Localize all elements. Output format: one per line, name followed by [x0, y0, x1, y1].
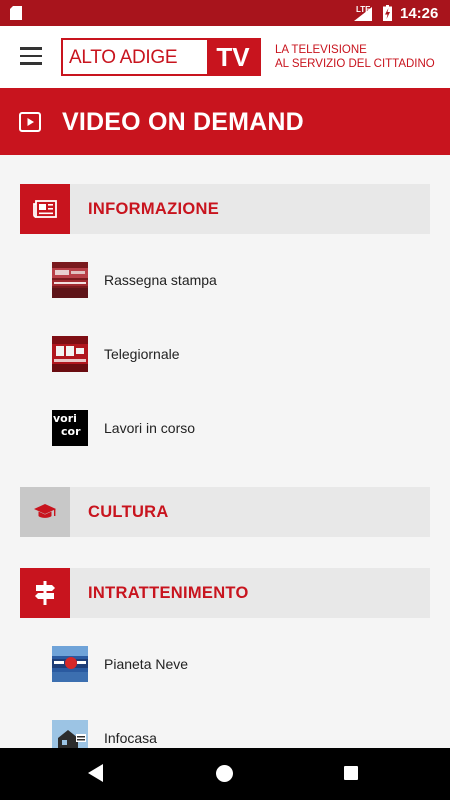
list-item-label: Telegiornale: [104, 346, 180, 362]
back-icon[interactable]: [88, 764, 104, 782]
category-label: CULTURA: [88, 503, 169, 521]
recent-apps-icon[interactable]: [344, 766, 358, 780]
list-item-label: Pianeta Neve: [104, 656, 189, 672]
category-label: INFORMAZIONE: [88, 200, 220, 218]
signal-icon: [354, 7, 372, 21]
menu-icon[interactable]: [20, 47, 42, 65]
page-title: VIDEO ON DEMAND: [62, 108, 304, 136]
home-icon[interactable]: [216, 765, 233, 782]
sd-card-icon: [10, 6, 22, 20]
thumbnail-text: vori: [53, 412, 77, 425]
category-icon-box: [20, 487, 70, 537]
list-item-pianeta-neve[interactable]: Pianeta Neve: [52, 646, 432, 684]
category-label: INTRATTENIMENTO: [88, 584, 249, 602]
tg-thumbnail: [52, 336, 88, 372]
logo-tv: TV: [207, 40, 259, 74]
logo-text: ALTO ADIGE: [69, 47, 178, 68]
newspaper-icon: [33, 200, 57, 218]
category-intrattenimento[interactable]: INTRATTENIMENTO: [20, 568, 430, 618]
list-item-label: Rassegna stampa: [104, 272, 217, 288]
app-bar: ALTO ADIGE TV LA TELEVISIONE AL SERVIZIO…: [0, 26, 450, 88]
clock: 14:26: [400, 5, 439, 22]
battery-charging-icon: [383, 5, 392, 21]
lavori-thumbnail: vori cor: [52, 410, 88, 446]
list-item-telegiornale[interactable]: Telegiornale: [52, 336, 432, 374]
list-item-label: Infocasa: [104, 730, 157, 746]
thumbnail-text: cor: [61, 425, 81, 438]
category-icon-box: [20, 184, 70, 234]
tagline: LA TELEVISIONE AL SERVIZIO DEL CITTADINO: [275, 43, 435, 71]
system-navigation-bar: [0, 748, 450, 800]
alto-adige-tv-logo[interactable]: ALTO ADIGE TV: [61, 38, 261, 76]
list-item-lavori-in-corso[interactable]: vori cor Lavori in corso: [52, 410, 432, 448]
category-cultura[interactable]: CULTURA: [20, 487, 430, 537]
category-informazione[interactable]: INFORMAZIONE: [20, 184, 430, 234]
graduation-cap-icon: [34, 504, 56, 518]
list-item-rassegna-stampa[interactable]: Rassegna stampa: [52, 262, 432, 300]
list-item-label: Lavori in corso: [104, 420, 196, 436]
pianeta-neve-thumbnail: [52, 646, 88, 682]
signpost-icon: [35, 581, 55, 605]
tagline-line-1: LA TELEVISIONE: [275, 44, 367, 56]
play-video-icon: [19, 112, 41, 132]
rassegna-thumbnail: [52, 262, 88, 298]
category-icon-box: [20, 568, 70, 618]
status-bar: LTE 14:26: [0, 0, 450, 26]
tagline-line-2: AL SERVIZIO DEL CITTADINO: [275, 58, 435, 70]
page-header: VIDEO ON DEMAND: [0, 88, 450, 155]
